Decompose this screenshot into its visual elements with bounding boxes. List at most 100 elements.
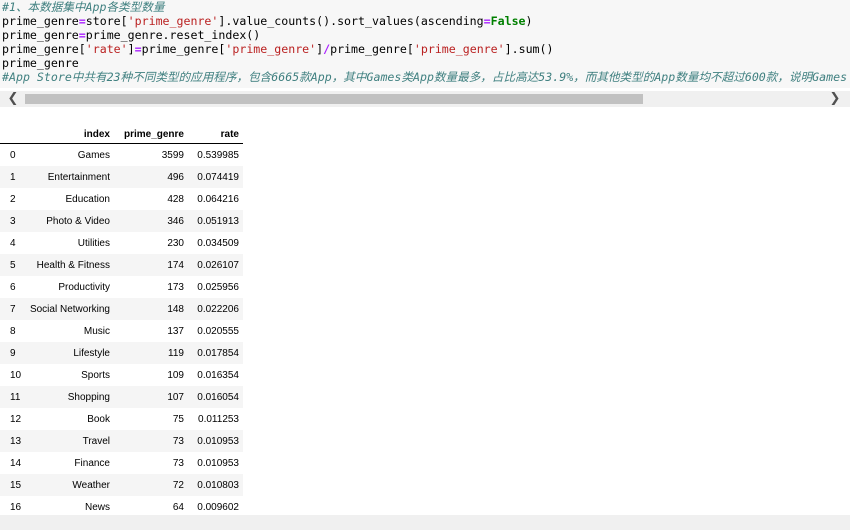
cell-index: Weather bbox=[72, 479, 110, 491]
cell-prime-genre: 148 bbox=[167, 303, 184, 315]
code-string: 'prime_genre' bbox=[225, 42, 317, 56]
row-index: 14 bbox=[10, 457, 22, 469]
code-token: prime_genre bbox=[2, 14, 79, 28]
table-row: 9 Lifestyle 119 0.017854 bbox=[0, 342, 243, 364]
cell-index: Sports bbox=[81, 369, 110, 381]
table-row: 15 Weather 72 0.010803 bbox=[0, 474, 243, 496]
cell-index: Education bbox=[65, 193, 110, 205]
table-row: 6 Productivity 173 0.025956 bbox=[0, 276, 243, 298]
cell-index: Games bbox=[77, 149, 110, 161]
row-index: 2 bbox=[10, 193, 16, 205]
cell-prime-genre: 3599 bbox=[161, 149, 184, 161]
column-header: prime_genre bbox=[112, 125, 187, 144]
code-operator: = bbox=[134, 42, 142, 56]
code-string: 'rate' bbox=[85, 42, 128, 56]
cell-index: Book bbox=[87, 413, 110, 425]
code-line-1: #1、本数据集中App各类型数量 bbox=[2, 0, 164, 14]
code-token: prime_genre[ bbox=[2, 42, 86, 56]
cell-prime-genre: 137 bbox=[167, 325, 184, 337]
cell-rate: 0.026107 bbox=[197, 259, 239, 271]
code-string: 'prime_genre' bbox=[413, 42, 505, 56]
code-cell[interactable]: #1、本数据集中App各类型数量 prime_genre=store['prim… bbox=[0, 0, 850, 88]
scrollbar-thumb[interactable] bbox=[25, 94, 643, 104]
cell-index: Productivity bbox=[58, 281, 110, 293]
cell-index: Finance bbox=[74, 457, 110, 469]
cell-rate: 0.016354 bbox=[197, 369, 239, 381]
cell-rate: 0.539985 bbox=[197, 149, 239, 161]
table-row: 13 Travel 73 0.010953 bbox=[0, 430, 243, 452]
cell-index: Social Networking bbox=[29, 303, 110, 315]
table-header-row: index prime_genre rate bbox=[0, 125, 243, 144]
code-token: ) bbox=[525, 14, 533, 28]
table-row: 14 Finance 73 0.010953 bbox=[0, 452, 243, 474]
cell-index: Shopping bbox=[67, 391, 110, 403]
cell-rate: 0.034509 bbox=[197, 237, 239, 249]
cell-rate: 0.017854 bbox=[197, 347, 239, 359]
column-header: index bbox=[26, 125, 112, 144]
cell-rate: 0.074419 bbox=[197, 171, 239, 183]
code-operator: = bbox=[78, 28, 86, 42]
row-index: 12 bbox=[10, 413, 22, 425]
code-token: store[ bbox=[85, 14, 128, 28]
code-token: ] bbox=[127, 42, 135, 56]
cell-prime-genre: 73 bbox=[172, 457, 184, 469]
cell-rate: 0.016054 bbox=[197, 391, 239, 403]
row-index: 9 bbox=[10, 347, 16, 359]
code-comment: #1、本数据集中App各类型数量 bbox=[2, 0, 165, 14]
code-token: ].sum() bbox=[504, 42, 554, 56]
table-row: 5 Health & Fitness 174 0.026107 bbox=[0, 254, 243, 276]
code-token: prime_genre[ bbox=[141, 42, 226, 56]
table-row: 11 Shopping 107 0.016054 bbox=[0, 386, 243, 408]
code-line-2: prime_genre=store['prime_genre'].value_c… bbox=[2, 14, 533, 28]
cell-rate: 0.020555 bbox=[197, 325, 239, 337]
code-line-3: prime_genre=prime_genre.reset_index() bbox=[2, 28, 260, 42]
row-index: 0 bbox=[10, 149, 16, 161]
cell-prime-genre: 109 bbox=[167, 369, 184, 381]
cell-rate: 0.051913 bbox=[197, 215, 239, 227]
row-index: 8 bbox=[10, 325, 16, 337]
code-string: 'prime_genre' bbox=[127, 14, 219, 28]
code-line-4: prime_genre['rate']=prime_genre['prime_g… bbox=[2, 42, 554, 56]
row-index: 4 bbox=[10, 237, 16, 249]
cell-prime-genre: 119 bbox=[168, 347, 184, 359]
scroll-right-icon[interactable]: ❯ bbox=[826, 91, 844, 107]
row-index: 10 bbox=[10, 369, 22, 381]
table-row: 7 Social Networking 148 0.022206 bbox=[0, 298, 243, 320]
cell-prime-genre: 428 bbox=[167, 193, 184, 205]
cell-rate: 0.025956 bbox=[197, 281, 239, 293]
table-row: 2 Education 428 0.064216 bbox=[0, 188, 243, 210]
cell-prime-genre: 72 bbox=[172, 479, 184, 491]
cell-rate: 0.064216 bbox=[197, 193, 239, 205]
cell-index: Photo & Video bbox=[46, 215, 110, 227]
cell-prime-genre: 230 bbox=[167, 237, 184, 249]
code-keyword: False bbox=[490, 14, 526, 28]
code-token: prime_genre bbox=[2, 56, 79, 70]
code-token: prime_genre bbox=[2, 28, 79, 42]
cell-rate: 0.010953 bbox=[197, 435, 239, 447]
cell-rate: 0.010803 bbox=[197, 479, 239, 491]
bottom-scrollbar[interactable] bbox=[0, 515, 850, 530]
table-row: 1 Entertainment 496 0.074419 bbox=[0, 166, 243, 188]
row-index: 1 bbox=[10, 171, 16, 183]
scroll-left-icon[interactable]: ❮ bbox=[4, 91, 22, 107]
code-comment: #App Store中共有23种不同类型的应用程序，包含6665款App，其中G… bbox=[2, 70, 848, 84]
cell-prime-genre: 73 bbox=[172, 435, 184, 447]
cell-index: Health & Fitness bbox=[36, 259, 110, 271]
code-line-5: prime_genre bbox=[2, 56, 79, 70]
row-index: 15 bbox=[10, 479, 22, 491]
row-index: 13 bbox=[10, 435, 22, 447]
row-index: 6 bbox=[10, 281, 16, 293]
row-index: 3 bbox=[10, 215, 16, 227]
cell-index: Travel bbox=[82, 435, 110, 447]
table-row: 0 Games 3599 0.539985 bbox=[0, 144, 243, 167]
cell-index: Lifestyle bbox=[73, 347, 110, 359]
table-row: 4 Utilities 230 0.034509 bbox=[0, 232, 243, 254]
row-index: 11 bbox=[10, 391, 21, 403]
code-line-6: #App Store中共有23种不同类型的应用程序，包含6665款App，其中G… bbox=[2, 70, 847, 84]
table-row: 8 Music 137 0.020555 bbox=[0, 320, 243, 342]
table-row: 12 Book 75 0.011253 bbox=[0, 408, 243, 430]
horizontal-scrollbar[interactable]: ❮ ❯ bbox=[0, 91, 850, 107]
cell-rate: 0.010953 bbox=[197, 457, 239, 469]
code-token: prime_genre.reset_index() bbox=[85, 28, 261, 42]
cell-prime-genre: 107 bbox=[167, 391, 184, 403]
